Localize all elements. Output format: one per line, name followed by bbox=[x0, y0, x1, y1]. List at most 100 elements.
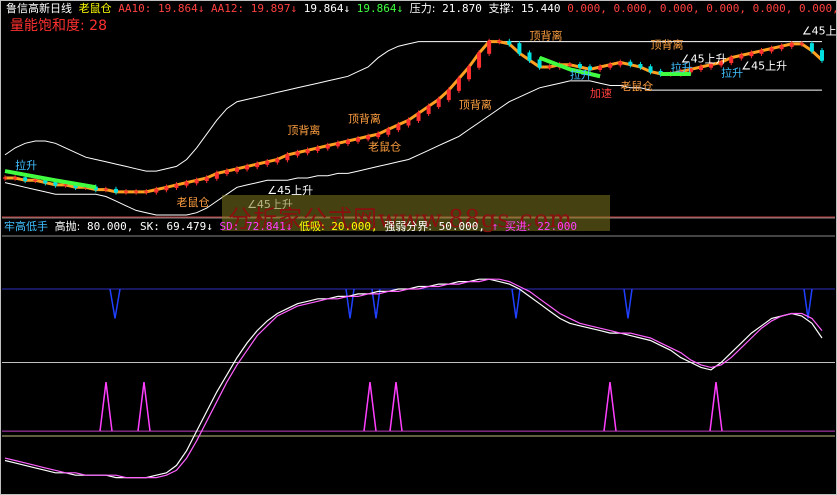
annotation-label: 拉升 bbox=[721, 65, 743, 79]
candle-body bbox=[315, 147, 320, 151]
candle-body bbox=[446, 89, 451, 101]
dixi-value: 20.000, bbox=[331, 220, 378, 233]
buy-signal-spike bbox=[363, 382, 377, 432]
buy-signal-spike bbox=[99, 382, 113, 432]
candle-body bbox=[820, 50, 824, 61]
annotation-label: 顶背离 bbox=[459, 98, 492, 112]
candle-body bbox=[537, 59, 542, 68]
candle-body bbox=[456, 77, 461, 91]
candle-body bbox=[356, 137, 361, 142]
candle-body bbox=[13, 177, 18, 179]
candle-body bbox=[33, 179, 38, 182]
buy-signal-spike bbox=[137, 382, 151, 432]
candle-body bbox=[638, 63, 643, 68]
candle-body bbox=[245, 165, 250, 170]
aa12-label: AA12: bbox=[211, 2, 245, 15]
candle-body bbox=[335, 142, 340, 147]
candle-body bbox=[325, 144, 330, 149]
pressure-label: 压力: bbox=[409, 2, 436, 15]
sk-value: 69.479 bbox=[166, 220, 207, 233]
sd-value: 72.841 bbox=[245, 220, 286, 233]
support-label: 支撑: bbox=[488, 2, 515, 15]
candle-body bbox=[477, 52, 482, 68]
annotation-label: 顶背离 bbox=[651, 38, 684, 52]
gaopao-label: 高抛: bbox=[54, 220, 81, 233]
candle-body bbox=[295, 151, 300, 156]
candle-body bbox=[184, 181, 189, 186]
candle-body bbox=[234, 168, 239, 172]
dixi-label: 低吸: bbox=[298, 220, 325, 233]
oscillator-panel bbox=[2, 278, 835, 479]
candle-body bbox=[436, 98, 441, 108]
candle-body bbox=[386, 128, 391, 135]
candle-body bbox=[749, 52, 754, 57]
candle-body bbox=[124, 191, 129, 193]
candle-body bbox=[628, 61, 633, 66]
candle-body bbox=[194, 179, 199, 184]
pressure-value: 21.870 bbox=[442, 2, 482, 15]
candle-body bbox=[567, 63, 572, 66]
indicator-name: 老鼠仓 bbox=[78, 2, 112, 15]
buy-signal-spike bbox=[389, 382, 403, 432]
candle-body bbox=[174, 184, 179, 188]
candle-body bbox=[164, 186, 169, 191]
candle-body bbox=[466, 66, 471, 80]
candle-body bbox=[608, 63, 613, 68]
candle-body bbox=[799, 43, 804, 45]
annotation-layer: 顶背离顶背离顶背离顶背离老鼠仓老鼠仓顶背离老鼠仓∠45上升∠45上升∠45上升∠… bbox=[15, 25, 837, 211]
sell-signal-dip bbox=[623, 288, 633, 319]
candle-body bbox=[769, 47, 774, 52]
candle-body bbox=[255, 163, 260, 168]
value4: 19.864 bbox=[356, 2, 397, 15]
annotation-label: 加速 bbox=[590, 87, 612, 100]
candle-body bbox=[598, 66, 603, 71]
candle-body bbox=[618, 61, 623, 66]
value3-arrow: ↓ bbox=[343, 2, 351, 15]
top-header: 鲁信高新日线 老鼠仓 AA10: 19.864↓ AA12: 19.897↓ 1… bbox=[6, 3, 837, 15]
candle-body bbox=[103, 188, 108, 191]
annotation-label: 老鼠仓 bbox=[176, 195, 209, 209]
candle-body bbox=[3, 177, 7, 179]
annotation-label: ∠45上升 bbox=[802, 25, 837, 38]
mairu-value: 22.000 bbox=[537, 220, 577, 233]
sell-signal-dip bbox=[803, 288, 813, 319]
annotation-label: 老鼠仓 bbox=[368, 139, 401, 153]
candle-body bbox=[406, 119, 411, 126]
value3: 19.864 bbox=[303, 2, 344, 15]
candle-body bbox=[809, 43, 814, 52]
candle-body bbox=[305, 149, 310, 154]
candle-body bbox=[144, 191, 149, 193]
candle-body bbox=[345, 140, 350, 145]
candle-body bbox=[63, 184, 68, 186]
candle-body bbox=[376, 133, 381, 138]
candle-body bbox=[134, 191, 139, 193]
candle-body bbox=[577, 63, 582, 68]
annotation-label: 拉升 bbox=[15, 158, 37, 172]
aa10-value: 19.864 bbox=[158, 2, 198, 15]
aa10-arrow: ↓ bbox=[197, 2, 205, 15]
chart-stage: 顶背离顶背离顶背离顶背离老鼠仓老鼠仓顶背离老鼠仓∠45上升∠45上升∠45上升∠… bbox=[0, 0, 837, 495]
aa12-value: 19.897 bbox=[250, 2, 291, 15]
sell-signal-dip bbox=[511, 288, 521, 319]
candle-body bbox=[759, 50, 764, 54]
sk-arrow: ↓ bbox=[206, 220, 213, 233]
candle-body bbox=[396, 124, 401, 131]
candle-body bbox=[23, 177, 28, 182]
annotation-label: 拉升 bbox=[570, 68, 592, 82]
buy-signal-spike bbox=[709, 382, 723, 432]
annotation-label: 老鼠仓 bbox=[620, 79, 653, 93]
candle-body bbox=[648, 66, 653, 73]
annotation-label: 顶背离 bbox=[348, 112, 381, 126]
chart-svg: 顶背离顶背离顶背离顶背离老鼠仓老鼠仓顶背离老鼠仓∠45上升∠45上升∠45上升∠… bbox=[2, 25, 837, 479]
candle-body bbox=[416, 112, 421, 121]
stock-name: 鲁信高新日线 bbox=[6, 2, 72, 15]
sell-signal-dip bbox=[109, 288, 121, 319]
qiangruo-label: 强弱分界: bbox=[384, 220, 432, 233]
candle-body bbox=[729, 57, 734, 64]
annotation-label: ∠45上升 bbox=[741, 59, 787, 72]
annotation-label: 拉升 bbox=[671, 61, 693, 75]
candle-body bbox=[497, 40, 502, 43]
sk-label: SK: bbox=[139, 220, 160, 233]
candle-body bbox=[366, 135, 371, 140]
support-value: 15.440 bbox=[520, 2, 561, 15]
